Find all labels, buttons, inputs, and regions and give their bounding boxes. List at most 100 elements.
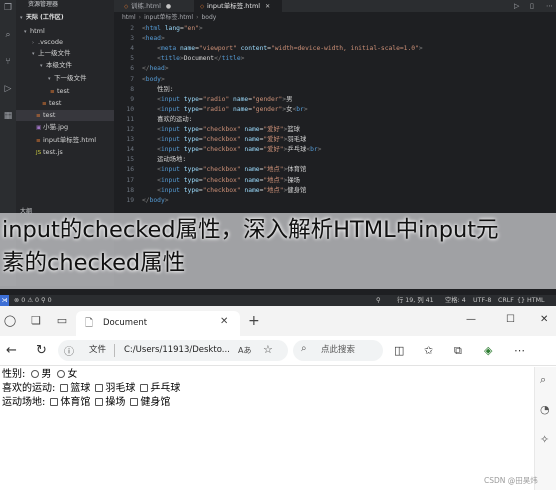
code-line[interactable]: 15 运动场地: <box>114 155 556 165</box>
search-placeholder: 点此搜索 <box>321 345 356 355</box>
search-icon[interactable]: ⌕ <box>540 373 546 387</box>
code-line[interactable]: 17 <input type="checkbox" name="地点">操场 <box>114 176 556 186</box>
info-icon[interactable]: ⓘ <box>64 343 74 358</box>
settings-more-icon[interactable]: ⋯ <box>514 343 525 359</box>
minimize-icon[interactable]: — <box>466 314 476 325</box>
split-screen-icon[interactable]: ◫ <box>394 343 404 359</box>
language-status[interactable]: {} HTML <box>517 295 545 306</box>
code-line[interactable]: 8 性别: <box>114 85 556 95</box>
tree-folder-current[interactable]: ▾ 本级文件 <box>16 60 114 71</box>
tree-file-input-html[interactable]: ≡ input单标签.html <box>16 135 114 146</box>
zoom-icon[interactable]: ⚲ <box>376 295 381 306</box>
search-input[interactable]: ⌕ 点此搜索 <box>293 340 383 361</box>
code-line[interactable]: 14 <input type="checkbox" name="爱好">乒乓球<… <box>114 145 556 155</box>
search-icon[interactable]: ⌕ <box>3 30 13 40</box>
tree-file-test-selected[interactable]: ≡ test <box>16 110 114 121</box>
code-line[interactable]: 5 <title>Document</title> <box>114 54 556 64</box>
ports-count: 0 <box>47 297 52 304</box>
source-control-icon[interactable]: ⑂ <box>3 57 13 67</box>
code-line[interactable]: 13 <input type="checkbox" name="爱好">羽毛球 <box>114 135 556 145</box>
profile-icon[interactable]: ◯ <box>2 313 18 329</box>
remote-icon[interactable]: ⋊ <box>0 295 9 306</box>
tree-folder-child[interactable]: ▾ 下一级文件 <box>16 73 114 84</box>
split-editor-icon[interactable]: ▯ <box>530 1 534 11</box>
tree-file-jpg[interactable]: ▣ 小猫.jpg <box>16 122 114 133</box>
line-number: 5 <box>130 55 134 63</box>
run-debug-icon[interactable]: ▷ <box>3 84 13 94</box>
code-line[interactable]: 4 <meta name="viewport" content="width=d… <box>114 44 556 54</box>
close-window-icon[interactable]: ✕ <box>540 314 548 325</box>
bell-icon[interactable]: ◔ <box>540 403 550 416</box>
line-number: 8 <box>130 85 134 93</box>
tab-title: Document <box>103 318 148 328</box>
collections-icon[interactable]: ⧉ <box>454 343 462 359</box>
code-line[interactable]: 12 <input type="checkbox" name="爱好">篮球 <box>114 125 556 135</box>
line-number: 7 <box>130 75 134 83</box>
line-number: 3 <box>130 35 134 43</box>
code-line[interactable]: 10 <input type="radio" name="gender">女<b… <box>114 105 556 115</box>
tree-folder-html[interactable]: ▾ html <box>16 26 114 37</box>
code-line[interactable]: 7 <body> <box>114 75 556 85</box>
tab-practice[interactable]: ◇ 训练.html ● <box>118 0 194 12</box>
favorite-star-icon[interactable]: ☆ <box>263 343 273 356</box>
code-line[interactable]: 16 <input type="checkbox" name="地点">体育馆 <box>114 165 556 175</box>
workspaces-icon[interactable]: ❏ <box>28 313 44 329</box>
code-line[interactable]: 6 </head> <box>114 64 556 74</box>
tree-file-test[interactable]: ≡ test <box>16 86 114 97</box>
breadcrumb-item[interactable]: html <box>122 14 136 21</box>
breadcrumb-item[interactable]: input单标签.html <box>144 14 193 21</box>
refresh-icon[interactable]: ↻ <box>36 343 47 359</box>
venue-checkbox-fitness[interactable] <box>130 398 139 406</box>
tab-actions-icon[interactable]: ▭ <box>54 313 70 329</box>
eol-status[interactable]: CRLF <box>498 295 514 306</box>
sport-option-label: 篮球 <box>70 383 91 394</box>
js-file-icon: JS <box>36 150 42 156</box>
tree-folder-parent[interactable]: ▾ 上一级文件 <box>16 48 114 59</box>
url-text[interactable]: C:/Users/11913/Deskto... <box>124 345 230 356</box>
sport-checkbox-basketball[interactable] <box>60 384 69 392</box>
code-line[interactable]: 2 <html lang="en"> <box>114 24 556 34</box>
code-line[interactable]: 19 </body> <box>114 196 556 206</box>
close-icon[interactable]: ✕ <box>265 1 270 13</box>
code-line[interactable]: 18 <input type="checkbox" name="地点">健身馆 <box>114 186 556 196</box>
breadcrumb-item[interactable]: body <box>202 14 217 21</box>
copilot-icon[interactable]: ✧ <box>540 433 549 446</box>
errors-status[interactable]: ⊗ 0 ⚠ 0 ⚲ 0 <box>14 295 52 306</box>
tree-file-js[interactable]: JS test.js <box>16 147 114 158</box>
encoding-status[interactable]: UTF-8 <box>473 295 491 306</box>
address-bar[interactable]: ⓘ 文件 C:/Users/11913/Deskto... Aあ ☆ <box>58 340 288 361</box>
gender-option-label: 女 <box>67 369 78 380</box>
favorites-icon[interactable]: ✩ <box>424 343 433 359</box>
code-line[interactable]: 9 <input type="radio" name="gender">男 <box>114 95 556 105</box>
run-icon[interactable]: ▷ <box>514 1 519 11</box>
tree-folder-vscode[interactable]: › .vscode <box>16 37 114 48</box>
indentation-status[interactable]: 空格: 4 <box>445 295 466 306</box>
gender-radio-female[interactable] <box>57 370 66 378</box>
sports-row: 喜欢的运动: 篮球 羽毛球 乒乓球 <box>2 382 180 395</box>
browser-tab[interactable]: 🗋 Document ✕ <box>76 311 240 336</box>
extension-icon[interactable]: ◈ <box>484 343 492 359</box>
extensions-icon[interactable]: ▦ <box>3 111 13 121</box>
venue-checkbox-playground[interactable] <box>95 398 104 406</box>
sport-checkbox-pingpong[interactable] <box>140 384 149 392</box>
gender-radio-male[interactable] <box>31 370 40 378</box>
read-aloud-icon[interactable]: Aあ <box>238 345 251 356</box>
new-tab-icon[interactable]: + <box>248 314 260 328</box>
maximize-icon[interactable]: ☐ <box>506 314 515 325</box>
back-icon[interactable]: ← <box>6 343 17 359</box>
venue-option-label: 体育馆 <box>60 397 91 408</box>
more-icon[interactable]: ⋯ <box>546 1 553 11</box>
cursor-position[interactable]: 行 19, 列 41 <box>397 295 434 306</box>
sport-checkbox-badminton[interactable] <box>95 384 104 392</box>
tree-label: 下一级文件 <box>54 74 87 82</box>
code-line[interactable]: 3 <head> <box>114 34 556 44</box>
tab-input-html[interactable]: ◇ input单标签.html ✕ <box>194 0 282 12</box>
workspace-title[interactable]: ▾ 天际 (工作区) <box>20 13 64 23</box>
tree-file-test[interactable]: ≡ test <box>16 98 114 109</box>
address-toolbar: ← ↻ ⓘ 文件 C:/Users/11913/Deskto... Aあ ☆ ⌕… <box>0 336 556 366</box>
venue-checkbox-gym[interactable] <box>50 398 59 406</box>
files-icon[interactable]: ❐ <box>3 3 13 13</box>
article-title-line: 素的checked属性 <box>2 250 186 276</box>
close-tab-icon[interactable]: ✕ <box>220 316 228 327</box>
code-line[interactable]: 11 喜欢的运动: <box>114 115 556 125</box>
